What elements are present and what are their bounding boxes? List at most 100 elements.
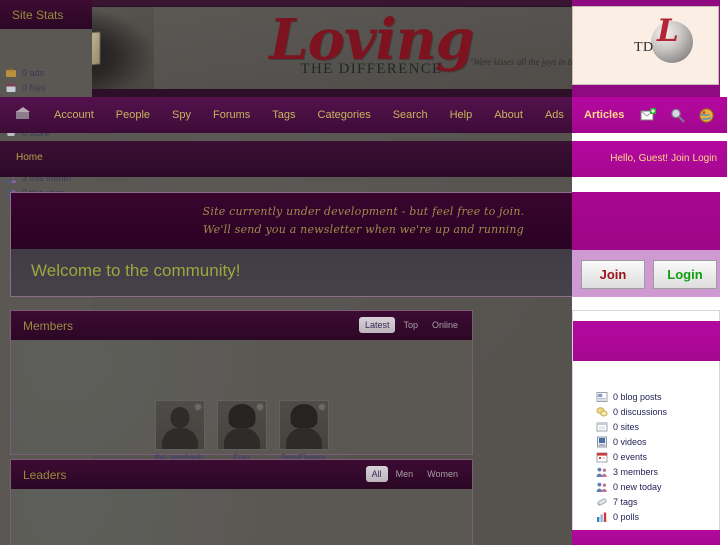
- ads-icon: [6, 68, 16, 77]
- strip-welcome-top: [572, 192, 720, 250]
- stat-label: 0 discussions: [613, 406, 668, 417]
- events-icon: [596, 452, 608, 462]
- avatar-status-badge: [317, 403, 326, 411]
- avatar[interactable]: [154, 400, 205, 450]
- strip-stats-header: [573, 321, 720, 361]
- member-card: the_mechanic: [154, 400, 205, 462]
- nav-item-tags[interactable]: Tags: [261, 97, 306, 133]
- welcome-buttons: Join Login: [581, 260, 717, 289]
- nav-item-categories[interactable]: Categories: [307, 97, 382, 133]
- stat-row[interactable]: 0 discussions: [596, 404, 720, 419]
- home-icon: [16, 107, 30, 119]
- videos-icon: [597, 436, 607, 447]
- avatar-hair: [290, 404, 317, 428]
- stat-row[interactable]: 7 tags: [596, 494, 720, 509]
- td-logo-badge[interactable]: L TD: [572, 6, 719, 85]
- stat-row[interactable]: 0 new today: [596, 479, 720, 494]
- nav-item-articles[interactable]: Articles: [572, 109, 634, 121]
- member-card: SexyEleanor: [278, 400, 329, 462]
- avatar[interactable]: [216, 400, 267, 450]
- td-letters: TD: [634, 40, 654, 55]
- leaders-panel-title: Leaders: [23, 468, 67, 482]
- guest-login-link[interactable]: Login: [693, 153, 717, 164]
- nav-item-help[interactable]: Help: [439, 97, 484, 133]
- members-panel-header: Members Latest Top Online: [11, 311, 472, 340]
- tags-icon: [597, 497, 607, 506]
- stat-row[interactable]: 0 polls: [596, 509, 720, 524]
- blog-icon: [596, 391, 608, 402]
- stat-row[interactable]: 3 members: [596, 464, 720, 479]
- stat-label: 0 events: [613, 451, 648, 462]
- sites-icon: [596, 422, 608, 431]
- stat-label: 7 tags: [613, 496, 638, 507]
- files-icon: [6, 83, 16, 92]
- strip-stats-container: 0 blog posts 0 discussions 0 sites 0 vid…: [572, 310, 720, 545]
- strip-stats-box: 0 blog posts 0 discussions 0 sites 0 vid…: [572, 310, 720, 545]
- stat-label: 0 files: [22, 82, 46, 93]
- nav-item-spy[interactable]: Spy: [161, 97, 202, 133]
- leaders-tab-men[interactable]: Men: [390, 466, 420, 482]
- avatar[interactable]: [278, 400, 329, 450]
- leaders-panel-body: Year 0 votes Month 0 votes Week: [11, 489, 472, 545]
- nav-items: Account People Spy Forums Tags Categorie…: [0, 97, 575, 133]
- stat-label: 3 members: [613, 466, 659, 477]
- members-tabs: Latest Top Online: [358, 317, 464, 333]
- avatar-body: [285, 428, 322, 449]
- leaders-tab-all[interactable]: All: [365, 466, 388, 482]
- page-root: Loving THE DIFFERENCE "Were kisses all t…: [0, 0, 727, 545]
- nav-item-search[interactable]: Search: [382, 97, 439, 133]
- guest-join-link[interactable]: Join: [671, 153, 689, 164]
- globe-icon[interactable]: [698, 107, 715, 124]
- newtoday-icon: [596, 482, 607, 492]
- avatar-status-badge: [193, 403, 202, 411]
- stat-row[interactable]: 0 blog posts: [596, 389, 720, 404]
- stat-label: 0 videos: [613, 436, 647, 447]
- join-button[interactable]: Join: [581, 260, 645, 289]
- discussions-icon: [596, 406, 608, 416]
- leaders-panel: Leaders All Men Women Year 0 votes: [10, 459, 473, 545]
- members-tab-top[interactable]: Top: [397, 317, 424, 333]
- leaders-panel-header: Leaders All Men Women: [11, 460, 472, 489]
- avatar-body: [161, 428, 198, 449]
- stat-label: 0 sites: [613, 421, 640, 432]
- guest-bar: Hello, Guest! Join Login: [572, 141, 727, 177]
- td-script-letter: L: [657, 13, 679, 49]
- site-stats-title: Site Stats: [12, 8, 64, 22]
- stat-label: 0 new today: [613, 481, 662, 492]
- members-tab-latest[interactable]: Latest: [358, 317, 396, 333]
- members-tab-online[interactable]: Online: [426, 317, 464, 333]
- guest-greeting: Hello, Guest!: [610, 153, 669, 164]
- members-panel-body: the_mechanic Fran SexyEleanor: [11, 340, 472, 462]
- login-button[interactable]: Login: [653, 260, 717, 289]
- avatar-status-badge: [255, 403, 264, 411]
- breadcrumb-home-link[interactable]: Home: [16, 152, 43, 163]
- stat-row[interactable]: 0 videos: [596, 434, 720, 449]
- avatar-body: [223, 428, 260, 449]
- avatar-head: [170, 407, 189, 428]
- nav-item-forums[interactable]: Forums: [202, 97, 261, 133]
- search-icon[interactable]: [669, 107, 686, 124]
- nav-item-home[interactable]: [0, 97, 43, 133]
- polls-icon: [597, 512, 607, 522]
- stat-label: 0 ads: [22, 67, 45, 78]
- members-icon: [596, 467, 607, 477]
- site-stats-right-column: 0 blog posts 0 discussions 0 sites 0 vid…: [596, 389, 720, 524]
- stat-row[interactable]: 0 ads: [5, 65, 93, 80]
- leaders-tab-women[interactable]: Women: [421, 466, 464, 482]
- avatar-hair: [228, 404, 255, 428]
- nav-item-people[interactable]: People: [105, 97, 161, 133]
- strip-gap-below-welcome: [572, 297, 720, 310]
- nav-item-ads[interactable]: Ads: [534, 97, 575, 133]
- member-card: Fran: [216, 400, 267, 462]
- stat-row[interactable]: 0 files: [5, 80, 93, 95]
- leaders-tabs: All Men Women: [365, 466, 464, 482]
- nav-item-account[interactable]: Account: [43, 97, 105, 133]
- stat-label: 0 blog posts: [613, 391, 662, 402]
- strip-bottom-bar: [572, 530, 720, 545]
- welcome-title: Welcome to the community!: [31, 261, 241, 280]
- nav-item-about[interactable]: About: [483, 97, 534, 133]
- stat-row[interactable]: 0 events: [596, 449, 720, 464]
- stat-row[interactable]: 0 sites: [596, 419, 720, 434]
- mail-add-icon[interactable]: [640, 107, 657, 124]
- members-panel-title: Members: [23, 319, 74, 333]
